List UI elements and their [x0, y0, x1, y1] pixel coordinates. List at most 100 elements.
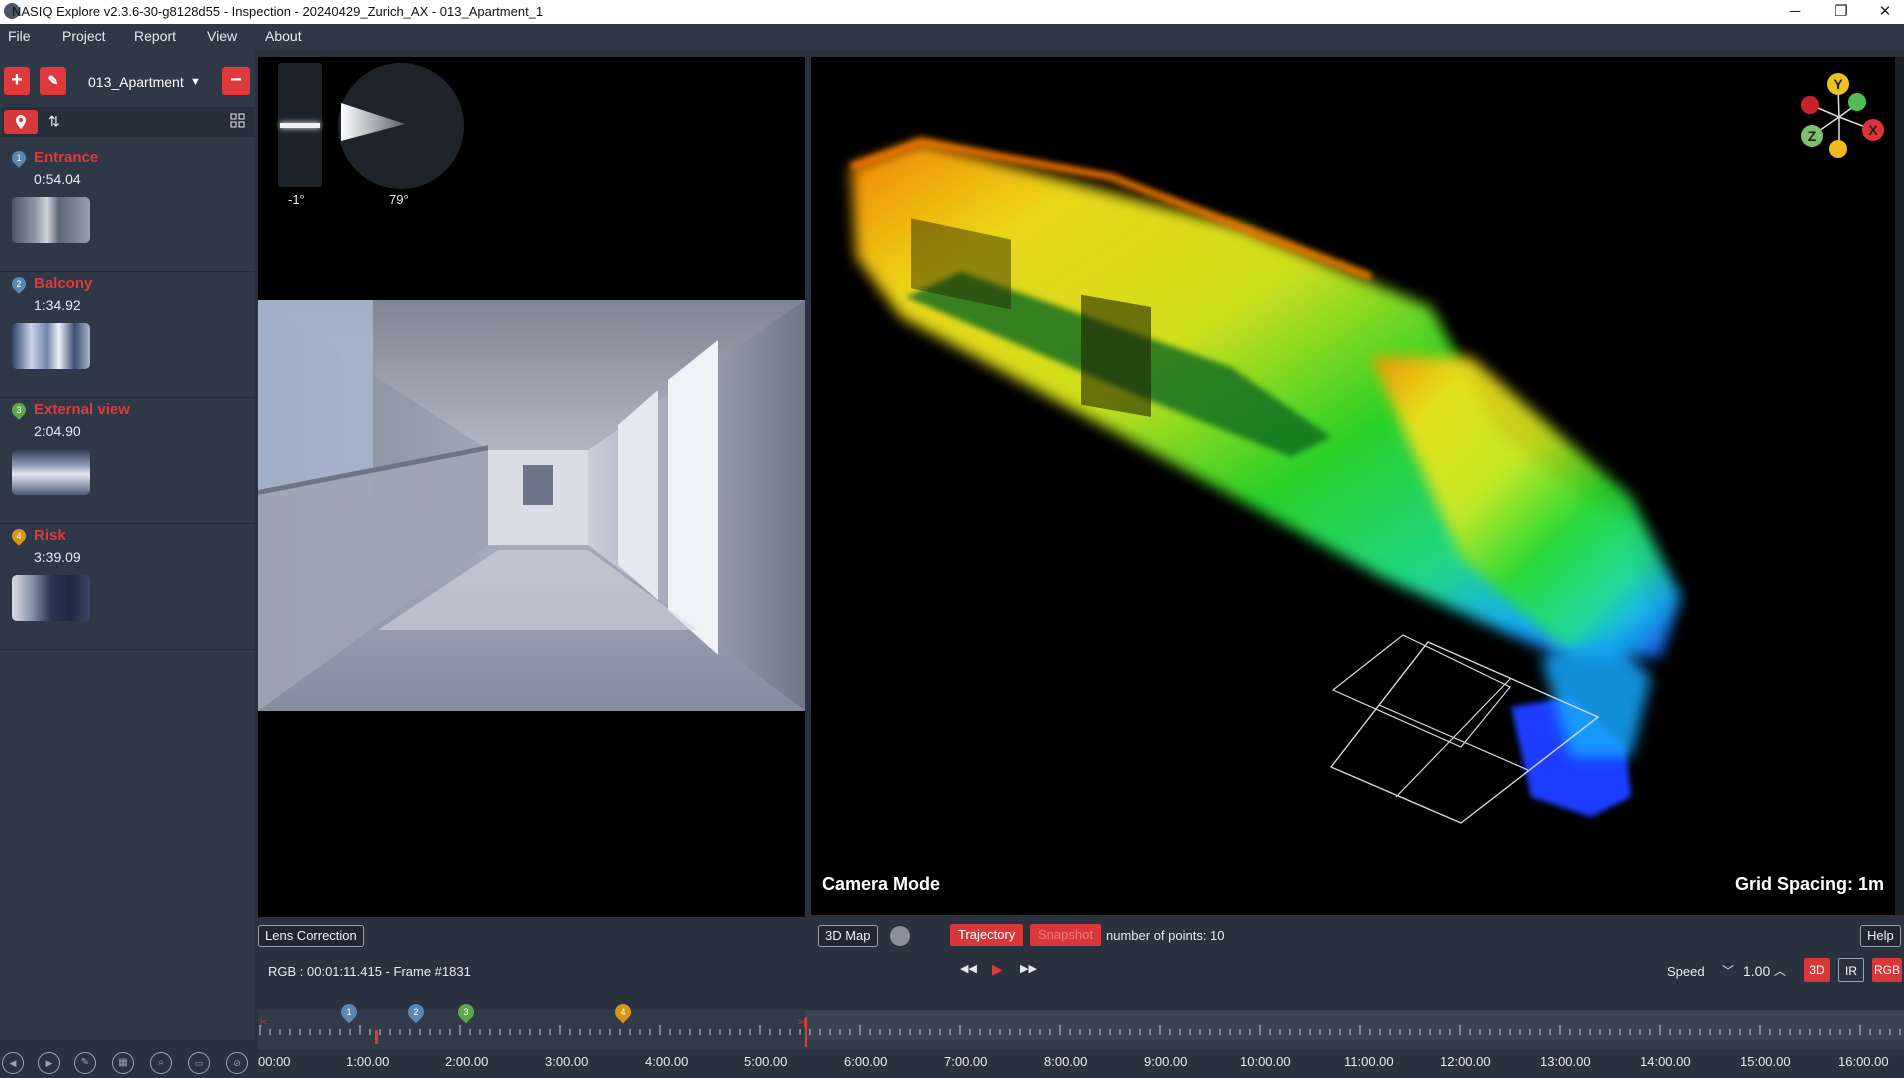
rewind-button[interactable]: ◀◀ — [960, 962, 977, 975]
frame-info: RGB : 00:01:11.415 - Frame #1831 — [268, 964, 471, 979]
help-button[interactable]: Help — [1860, 925, 1901, 947]
tick-label: 2:00.00 — [445, 1054, 489, 1069]
add-project-button[interactable]: + — [4, 67, 30, 95]
timeline-marker-3[interactable]: 3 — [454, 1000, 478, 1024]
marker-time: 2:04.90 — [34, 423, 81, 439]
menu-about[interactable]: About — [265, 28, 302, 44]
tick-label: 7:00.00 — [944, 1054, 988, 1069]
image-icon[interactable]: ▭ — [188, 1052, 210, 1074]
tick-label: 10:00.00 — [1240, 1054, 1291, 1069]
map-3d-view[interactable]: Y X Z Camera Mode Grid Spacing: 1m — [811, 57, 1904, 915]
speed-decrease-icon[interactable]: ﹀ — [1722, 962, 1734, 979]
tick-label: 6:00.00 — [844, 1054, 888, 1069]
camera-off-icon[interactable]: ⊘ — [226, 1052, 248, 1074]
mode-3d-button[interactable]: 3D — [1804, 958, 1830, 982]
points-count: number of points: 10 — [1106, 928, 1225, 943]
mode-ir-button[interactable]: IR — [1838, 958, 1864, 982]
tick-label: 8:00.00 — [1044, 1054, 1088, 1069]
marker-thumbnail[interactable] — [12, 449, 90, 495]
menu-project[interactable]: Project — [62, 28, 106, 44]
axis-z-label: Z — [1808, 128, 1817, 144]
marker-time: 1:34.92 — [34, 297, 81, 313]
mode-rgb-button[interactable]: RGB — [1872, 958, 1902, 982]
edit-project-icon[interactable]: ✎ — [40, 67, 66, 95]
marker-pin-icon: 4 — [9, 526, 29, 546]
speed-increase-icon[interactable]: ︿ — [1774, 962, 1786, 979]
tick-label: 16:00.00 — [1838, 1054, 1889, 1069]
heading-compass — [338, 63, 464, 189]
speed-label: Speed — [1667, 964, 1705, 979]
speed-value: 1.00 — [1743, 963, 1771, 979]
tick-label: 12:00.00 — [1440, 1054, 1491, 1069]
marker-item-entrance[interactable]: 1 Entrance 0:54.04 — [0, 145, 255, 272]
marker-name: Balcony — [34, 275, 93, 292]
heading-cone-icon — [341, 103, 405, 141]
project-name: 013_Apartment — [88, 74, 184, 90]
project-select[interactable]: 013_Apartment ▼ — [88, 66, 206, 98]
close-button[interactable]: ✕ — [1862, 0, 1904, 24]
tick-label: 9:00.00 — [1144, 1054, 1188, 1069]
range-start-marker[interactable]: |< — [260, 1017, 268, 1027]
tick-label: 3:00.00 — [545, 1054, 589, 1069]
marker-time: 0:54.04 — [34, 171, 81, 187]
tick-label: 14:00.00 — [1640, 1054, 1691, 1069]
location-pin-icon[interactable] — [4, 110, 38, 134]
map-scrollbar[interactable] — [1895, 57, 1904, 915]
marker-name: Risk — [34, 527, 66, 544]
grid-view-icon[interactable] — [230, 113, 246, 134]
marker-item-balcony[interactable]: 2 Balcony 1:34.92 — [0, 271, 255, 398]
marker-name: External view — [34, 401, 130, 418]
title-bar: NASIQ Explore v2.3.6-30-g8128d55 - Inspe… — [0, 0, 1904, 24]
axis-gizmo[interactable]: Y X Z — [1781, 67, 1891, 167]
marker-thumbnail[interactable] — [12, 197, 90, 243]
remove-project-button[interactable]: − — [222, 67, 250, 95]
camera-panel: -1° 79° — [258, 57, 805, 917]
play-button[interactable]: ▶ — [992, 961, 1003, 978]
layers-icon[interactable]: ▦ — [112, 1052, 134, 1074]
marker-thumbnail[interactable] — [12, 575, 90, 621]
timeline-marker-2[interactable]: 2 — [404, 1000, 428, 1024]
tilt-indicator — [280, 123, 320, 128]
menu-report[interactable]: Report — [134, 28, 176, 44]
axis-x-label: X — [1868, 122, 1878, 138]
3d-map-button[interactable]: 3D Map — [818, 925, 878, 947]
fast-forward-button[interactable]: ▶▶ — [1020, 962, 1037, 975]
marker-thumbnail[interactable] — [12, 323, 90, 369]
menu-file[interactable]: File — [8, 28, 31, 44]
window-title: NASIQ Explore v2.3.6-30-g8128d55 - Inspe… — [12, 4, 544, 19]
snapshot-button[interactable]: Snapshot — [1030, 924, 1101, 946]
tick-label: 5:00.00 — [744, 1054, 788, 1069]
camera-image[interactable] — [258, 300, 805, 711]
grid-spacing-label: Grid Spacing: 1m — [1734, 874, 1884, 894]
tilt-gauge — [278, 63, 322, 187]
lens-correction-button[interactable]: Lens Correction — [258, 925, 364, 947]
marker-time: 3:39.09 — [34, 549, 81, 565]
heading-label: 79° — [389, 192, 409, 207]
trajectory-button[interactable]: Trajectory — [950, 924, 1024, 946]
timeline-marker-1[interactable]: 1 — [337, 1000, 361, 1024]
draw-icon[interactable]: ✎ — [74, 1052, 96, 1074]
tilt-label: -1° — [288, 192, 305, 207]
timeline-marker-4[interactable]: 4 — [611, 1000, 635, 1024]
axis-y-label: Y — [1833, 76, 1843, 92]
marker-name: Entrance — [34, 149, 99, 166]
sort-icon[interactable]: ⇅ — [48, 113, 60, 130]
minimize-button[interactable]: ─ — [1772, 0, 1818, 24]
marker-item-risk[interactable]: 4 Risk 3:39.09 — [0, 523, 255, 650]
zoom-icon[interactable]: ⌕ — [150, 1052, 172, 1074]
tick-label: 13:00.00 — [1540, 1054, 1591, 1069]
step-back-icon[interactable]: ◀ — [2, 1052, 24, 1074]
camera-mode-label: Camera Mode — [822, 874, 941, 894]
record-toggle-icon[interactable] — [890, 926, 910, 946]
point-cloud[interactable] — [811, 57, 1904, 915]
step-forward-icon[interactable]: ▶ — [38, 1052, 60, 1074]
tick-label: 1:00.00 — [346, 1054, 390, 1069]
marker-toolbar: ⇅ — [2, 107, 254, 137]
marker-pin-icon: 1 — [9, 148, 29, 168]
tick-label: 11:00.00 — [1344, 1054, 1394, 1069]
maximize-button[interactable]: ❐ — [1818, 0, 1864, 24]
playhead[interactable] — [375, 1030, 378, 1044]
marker-pin-icon: 2 — [9, 274, 29, 294]
menu-view[interactable]: View — [207, 28, 237, 44]
marker-item-external-view[interactable]: 3 External view 2:04.90 — [0, 397, 255, 524]
